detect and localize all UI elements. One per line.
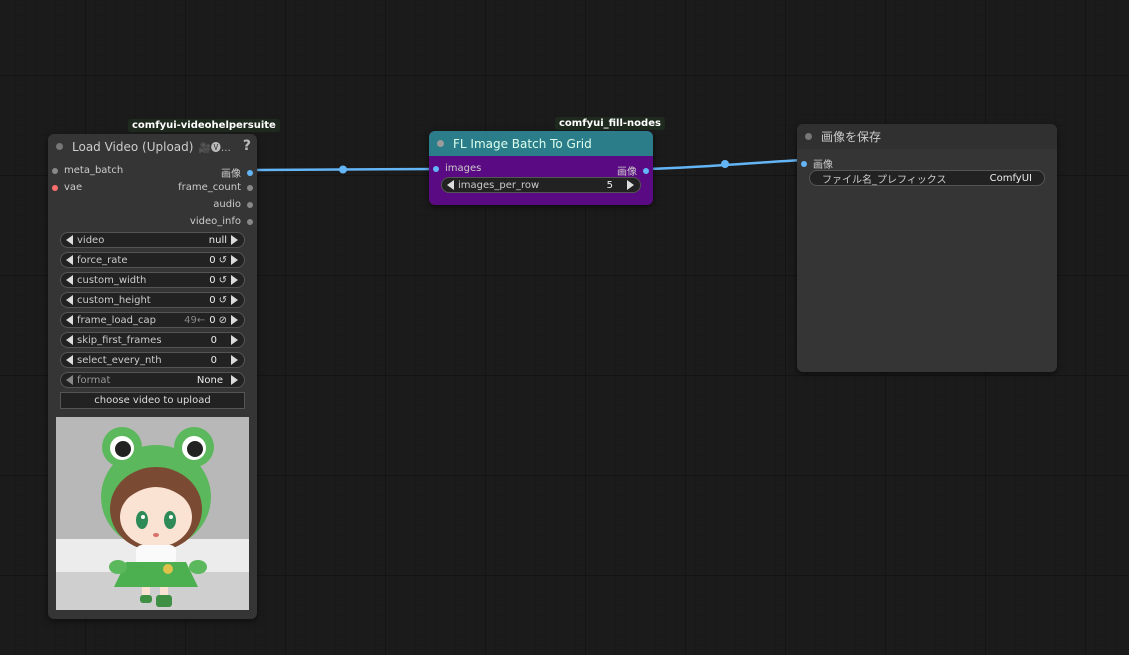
widget-value: 5: [606, 179, 613, 191]
link-midpoint-1[interactable]: [339, 165, 347, 174]
output-label-video-info: video_info: [189, 216, 241, 227]
save-image-node[interactable]: 画像を保存 画像 ファイル名_プレフィックス ComfyUI: [797, 124, 1057, 372]
reset-icon[interactable]: ↺: [219, 275, 227, 286]
widget-value: 0: [210, 354, 217, 366]
output-socket-image[interactable]: [643, 167, 649, 174]
widget-label: video: [77, 234, 105, 246]
widget-value: ComfyUI: [989, 172, 1032, 184]
widget-label: custom_width: [77, 274, 147, 286]
input-socket-image[interactable]: [801, 160, 807, 167]
increment-arrow-icon[interactable]: [231, 275, 238, 285]
grid-node-title-bar[interactable]: FL Image Batch To Grid: [429, 131, 653, 156]
io-row-1: meta_batch 画像: [48, 162, 257, 180]
widget-label: ファイル名_プレフィックス: [822, 174, 947, 186]
widget-hint: 49←: [184, 314, 206, 326]
preview-image: [56, 417, 249, 610]
input-label-vae: vae: [64, 182, 83, 193]
decrement-arrow-icon[interactable]: [66, 355, 73, 365]
decrement-arrow-icon[interactable]: [66, 315, 73, 325]
output-label-audio: audio: [213, 199, 241, 210]
input-label-meta-batch: meta_batch: [64, 165, 124, 176]
reset-icon[interactable]: ↺: [219, 295, 227, 306]
widget-filename-prefix[interactable]: ファイル名_プレフィックス ComfyUI: [809, 170, 1045, 186]
widget-label: custom_height: [77, 294, 151, 306]
widget-custom-height[interactable]: custom_height 0 ↺: [60, 292, 245, 308]
output-socket-audio[interactable]: [247, 201, 253, 208]
widget-frame-load-cap[interactable]: frame_load_cap 49← 0 ⊘: [60, 312, 245, 328]
help-icon[interactable]: ?: [243, 138, 251, 154]
increment-arrow-icon[interactable]: [231, 315, 238, 325]
widget-value: 0: [209, 254, 216, 266]
widget-label: images_per_row: [458, 179, 540, 191]
input-label-image: 画像: [813, 160, 833, 171]
increment-arrow-icon[interactable]: [231, 255, 238, 265]
increment-arrow-icon[interactable]: [231, 355, 238, 365]
decrement-arrow-icon[interactable]: [66, 295, 73, 305]
output-label-image: 画像: [221, 169, 241, 180]
output-label-image: 画像: [617, 167, 637, 178]
image-batch-to-grid-node[interactable]: FL Image Batch To Grid images 画像 images_…: [429, 131, 653, 205]
io-row-3: audio: [48, 196, 257, 213]
widget-label: frame_load_cap: [77, 314, 156, 326]
widget-skip-first-frames[interactable]: skip_first_frames 0: [60, 332, 245, 348]
widget-value: 0: [210, 334, 217, 346]
increment-arrow-icon[interactable]: [231, 335, 238, 345]
video-preview: [56, 417, 249, 610]
collapse-dot-icon[interactable]: [805, 133, 812, 140]
link-midpoint-2[interactable]: [721, 160, 729, 168]
node-pack-badge-fill-nodes: comfyui_fill-nodes: [555, 117, 665, 130]
increment-arrow-icon[interactable]: [231, 295, 238, 305]
reset-icon[interactable]: ↺: [219, 255, 227, 266]
save-node-title-bar[interactable]: 画像を保存: [797, 124, 1057, 149]
choose-video-button[interactable]: choose video to upload: [60, 392, 245, 409]
widget-video[interactable]: video null: [60, 232, 245, 248]
widget-format[interactable]: format None: [60, 372, 245, 388]
node-title: Load Video (Upload): [72, 139, 194, 154]
output-socket-video-info[interactable]: [247, 218, 253, 225]
increment-arrow-icon[interactable]: [627, 180, 634, 190]
widget-custom-width[interactable]: custom_width 0 ↺: [60, 272, 245, 288]
widget-value: None: [196, 374, 223, 386]
widget-value: 0: [209, 294, 216, 306]
input-socket-images[interactable]: [433, 165, 439, 172]
increment-arrow-icon[interactable]: [231, 375, 238, 385]
node-title: FL Image Batch To Grid: [453, 136, 592, 151]
disable-icon[interactable]: ⊘: [219, 315, 227, 326]
widget-label: select_every_nth: [77, 354, 162, 366]
widget-value: 0: [209, 274, 216, 286]
node-title: 画像を保存: [821, 130, 882, 144]
io-row: 画像: [797, 153, 1057, 171]
decrement-arrow-icon[interactable]: [66, 235, 73, 245]
load-video-title-bar[interactable]: Load Video (Upload) 🎥🅥… ?: [48, 134, 257, 159]
increment-arrow-icon[interactable]: [231, 235, 238, 245]
io-row: images 画像: [429, 160, 653, 178]
decrement-arrow-icon[interactable]: [66, 335, 73, 345]
io-row-2: vae frame_count: [48, 179, 257, 196]
output-label-frame-count: frame_count: [178, 182, 241, 193]
widget-label: force_rate: [77, 254, 128, 266]
widget-value: null: [208, 234, 227, 246]
widget-force-rate[interactable]: force_rate 0 ↺: [60, 252, 245, 268]
collapse-dot-icon[interactable]: [56, 143, 63, 150]
load-video-node[interactable]: Load Video (Upload) 🎥🅥… ? meta_batch 画像 …: [48, 134, 257, 619]
decrement-arrow-icon[interactable]: [447, 180, 454, 190]
io-row-4: video_info: [48, 213, 257, 230]
widget-value: 0: [209, 314, 216, 326]
node-pack-badge-videohelper: comfyui-videohelpersuite: [128, 119, 280, 132]
input-socket-vae[interactable]: [52, 184, 58, 191]
output-socket-frame-count[interactable]: [247, 184, 253, 191]
decrement-arrow-icon[interactable]: [66, 275, 73, 285]
input-label-images: images: [445, 163, 482, 174]
widget-images-per-row[interactable]: images_per_row 5: [441, 177, 641, 193]
widget-select-every-nth[interactable]: select_every_nth 0: [60, 352, 245, 368]
widget-label: format: [77, 374, 111, 386]
input-socket-meta-batch[interactable]: [52, 167, 58, 174]
output-socket-image[interactable]: [247, 169, 253, 176]
node-title-suffix: 🎥🅥…: [198, 143, 231, 154]
collapse-dot-icon[interactable]: [437, 140, 444, 147]
decrement-arrow-icon[interactable]: [66, 375, 73, 385]
decrement-arrow-icon[interactable]: [66, 255, 73, 265]
widget-label: skip_first_frames: [77, 334, 162, 346]
